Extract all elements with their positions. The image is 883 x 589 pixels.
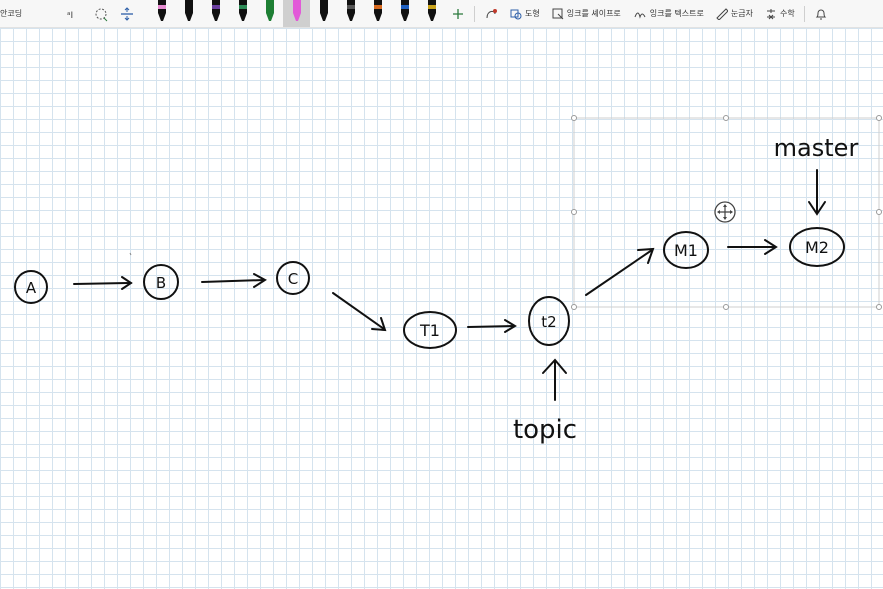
node-label-c: C	[288, 270, 298, 288]
pen-icon	[184, 0, 193, 21]
pen-icon	[319, 0, 328, 21]
math-button[interactable]: 수학	[759, 0, 801, 27]
pen-tool-7[interactable]	[310, 0, 337, 27]
pen-icon	[427, 0, 436, 21]
pen-icon	[346, 0, 355, 21]
math-label: 수학	[779, 9, 795, 18]
node-label-m1: M1	[674, 241, 698, 260]
ribbon-toolbar: 안코딩 ᵃI 도형 잉크를 셰이프로 잉크를 텍스트로 눈금자 수학	[0, 0, 883, 28]
ink-to-shape-button[interactable]: 잉크를 셰이프로	[546, 0, 627, 27]
ruler-button[interactable]: 눈금자	[710, 0, 759, 27]
pen-tool-4[interactable]	[229, 0, 256, 27]
move-handle-icon[interactable]	[714, 201, 736, 223]
arrow-a-b	[73, 276, 133, 290]
ink-to-text-label: 잉크를 텍스트로	[649, 9, 704, 18]
toolbar-divider	[474, 5, 475, 22]
ruler-icon	[716, 7, 728, 20]
pen-tool-3[interactable]	[202, 0, 229, 27]
pen-icon	[157, 0, 166, 21]
node-label-m2: M2	[805, 238, 829, 257]
pen-tool-8[interactable]	[337, 0, 364, 27]
node-label-b: B	[156, 274, 166, 292]
arrow-topic-t2	[542, 358, 567, 401]
pen-tool-11[interactable]	[418, 0, 445, 27]
svg-text:ᵃI: ᵃI	[67, 11, 73, 21]
pen-icon	[400, 0, 409, 21]
ruler-label: 눈금자	[730, 9, 753, 18]
ribbon-left-label[interactable]: 안코딩	[0, 8, 62, 19]
ink-to-text-button[interactable]: 잉크를 텍스트로	[627, 0, 710, 27]
arrow-master-m2	[808, 169, 826, 216]
node-label-a: A	[26, 279, 37, 297]
node-label-t1: T1	[419, 321, 440, 340]
arrow-t1-t2	[467, 319, 517, 333]
shape-button-label: 도형	[525, 9, 540, 18]
pen-icon	[292, 0, 301, 21]
arrow-c-t1	[332, 292, 387, 332]
ink-replay-icon[interactable]	[478, 0, 504, 27]
ink-to-shape-label: 잉크를 셰이프로	[566, 9, 621, 18]
math-icon	[766, 8, 775, 19]
arrow-t2-m1	[585, 247, 655, 296]
pen-tool-1[interactable]	[148, 0, 175, 27]
pen-tool-9[interactable]	[364, 0, 391, 27]
note-canvas[interactable]: A B C T1 t2 M1 M2 topic master	[0, 28, 883, 589]
pen-palette	[148, 0, 445, 27]
ink-to-shape-icon	[552, 8, 564, 19]
pen-icon	[211, 0, 220, 21]
pen-icon	[238, 0, 247, 21]
ink-dot	[129, 252, 132, 256]
arrow-b-c	[201, 273, 267, 288]
toolbar-divider	[803, 5, 805, 22]
ink-layer: A B C T1 t2 M1 M2 topic master	[14, 115, 882, 445]
pen-tool-10[interactable]	[391, 0, 418, 27]
arrow-m1-m2	[727, 239, 778, 255]
branch-label-master: master	[774, 134, 859, 162]
insert-space-icon[interactable]	[114, 0, 140, 27]
shape-button[interactable]: 도형	[504, 0, 546, 27]
pen-icon	[265, 0, 274, 21]
node-label-t2: t2	[541, 313, 556, 331]
ink-to-text-select-icon[interactable]: ᵃI	[62, 0, 88, 27]
add-pen-icon[interactable]	[445, 0, 471, 27]
lasso-select-icon[interactable]	[88, 0, 114, 27]
pen-tool-5[interactable]	[256, 0, 283, 27]
pen-icon	[373, 0, 382, 21]
pen-tool-6[interactable]	[283, 0, 310, 27]
ink-to-text-icon	[634, 12, 646, 19]
branch-label-topic: topic	[513, 415, 577, 445]
notification-bell-icon[interactable]	[808, 0, 834, 27]
shape-icon	[510, 9, 522, 19]
pen-tool-2[interactable]	[175, 0, 202, 27]
